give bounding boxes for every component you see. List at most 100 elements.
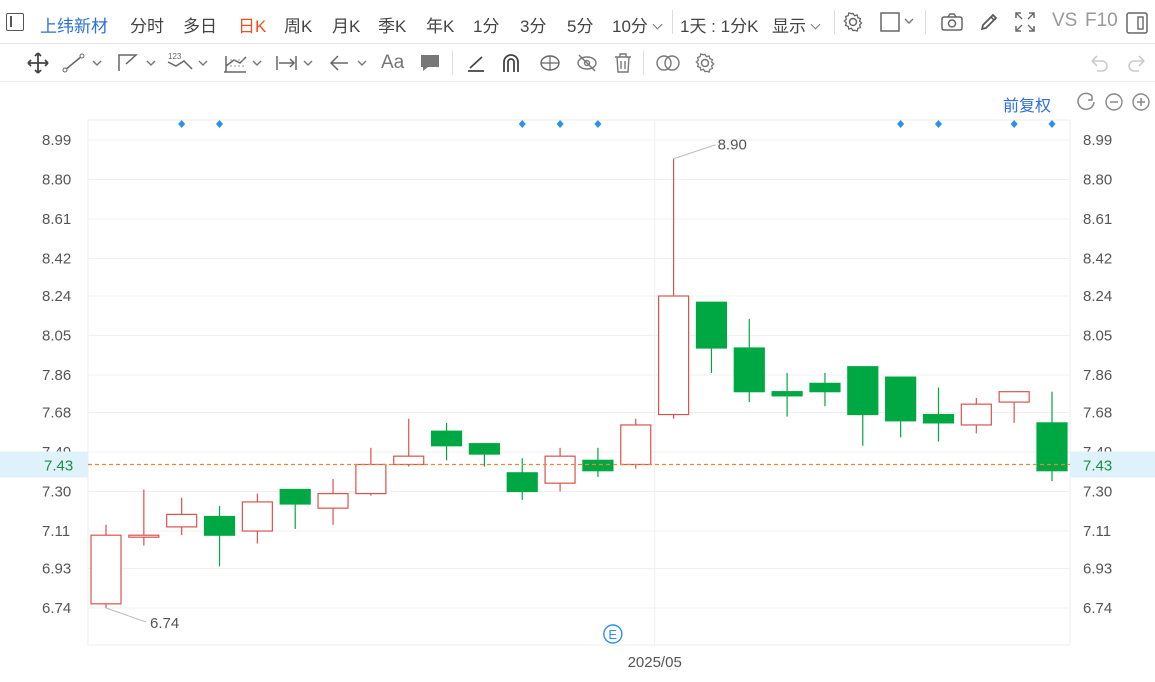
- compare-period[interactable]: 1天 : 1分K: [680, 12, 758, 37]
- redo-icon[interactable]: [1126, 52, 1148, 74]
- candle[interactable]: [393, 418, 425, 467]
- tab-period-quarter-k[interactable]: 季K: [378, 12, 406, 37]
- event-diamond-icon[interactable]: [556, 120, 564, 128]
- y-tick-label-right: 7.68: [1083, 404, 1112, 421]
- display-dropdown[interactable]: 显示: [772, 12, 821, 37]
- candle-body: [430, 430, 463, 447]
- tab-period-month-k[interactable]: 月K: [332, 12, 360, 37]
- event-diamond-icon[interactable]: [518, 120, 526, 128]
- tab-period-3min[interactable]: 3分: [520, 12, 546, 37]
- candle[interactable]: [241, 493, 273, 544]
- candle[interactable]: [657, 158, 690, 419]
- y-tick-label-left: 6.74: [42, 600, 71, 617]
- vs-button[interactable]: VS: [1052, 10, 1077, 32]
- fullscreen-icon[interactable]: [1014, 11, 1036, 33]
- event-e-label: E: [608, 627, 617, 642]
- candle[interactable]: [847, 366, 879, 446]
- event-e-marker-icon[interactable]: E: [603, 624, 623, 644]
- y-tick-label-right: 7.30: [1083, 484, 1112, 501]
- candle[interactable]: [128, 489, 160, 546]
- candle-body: [771, 391, 803, 397]
- display-label: 显示: [772, 17, 806, 36]
- hide-drawings-icon[interactable]: [575, 52, 599, 74]
- pen-tool-icon[interactable]: [465, 52, 487, 74]
- candle[interactable]: [998, 391, 1030, 423]
- tab-period-year-k[interactable]: 年K: [426, 12, 454, 37]
- candle-body: [809, 382, 841, 393]
- stock-name[interactable]: 上纬新材: [40, 12, 108, 37]
- wave-tool-icon[interactable]: 123: [166, 52, 212, 74]
- candle[interactable]: [203, 506, 236, 567]
- candle[interactable]: [90, 524, 122, 608]
- comment-tool-icon[interactable]: [419, 52, 441, 74]
- low-annotation: 6.74: [150, 615, 179, 632]
- y-tick-label-left: 8.05: [42, 328, 71, 345]
- tab-period-week-k[interactable]: 周K: [284, 12, 312, 37]
- move-icon[interactable]: [26, 52, 50, 74]
- top-toolbar: 上纬新材 分时 多日 日K 周K 月K 季K 年K 1分 3分 5分 10分 1…: [0, 0, 1155, 44]
- candle[interactable]: [317, 479, 349, 525]
- y-tick-label-left: 7.86: [42, 367, 71, 384]
- line-tool-icon[interactable]: [62, 52, 106, 74]
- y-tick-label-left: 7.68: [42, 404, 71, 421]
- f10-button[interactable]: F10: [1085, 10, 1118, 32]
- y-tick-label-right: 8.42: [1083, 251, 1112, 268]
- candle[interactable]: [544, 447, 576, 492]
- candle[interactable]: [733, 318, 765, 403]
- candle[interactable]: [355, 447, 387, 496]
- event-diamond-icon[interactable]: [216, 120, 224, 128]
- link-lock-icon[interactable]: [538, 52, 562, 74]
- layout-dropdown[interactable]: [880, 11, 916, 33]
- y-tick-label-left: 8.24: [42, 288, 71, 305]
- event-diamond-icon[interactable]: [1048, 120, 1056, 128]
- pencil-icon[interactable]: [978, 11, 1000, 33]
- polyline-tool-icon[interactable]: [116, 52, 160, 74]
- candle[interactable]: [922, 387, 955, 442]
- candle[interactable]: [771, 372, 803, 417]
- panel-toggle-icon[interactable]: [6, 13, 24, 31]
- candle[interactable]: [960, 397, 992, 434]
- magnet-icon[interactable]: [500, 52, 522, 74]
- undo-icon[interactable]: [1088, 52, 1110, 74]
- settings-gear-icon[interactable]: [842, 11, 864, 33]
- event-diamond-icon[interactable]: [1010, 120, 1018, 128]
- tab-period-duori[interactable]: 多日: [183, 12, 217, 37]
- side-panel-icon[interactable]: [1126, 12, 1148, 34]
- drawing-toolbar: 123 Aa: [0, 44, 1155, 82]
- event-diamond-icon[interactable]: [178, 120, 186, 128]
- indicator-settings-icon[interactable]: [694, 52, 716, 74]
- text-tool-icon[interactable]: Aa: [381, 52, 404, 74]
- event-diamond-icon[interactable]: [594, 120, 602, 128]
- candle-body: [128, 534, 160, 538]
- toolbar-divider: [452, 51, 453, 75]
- compare-overlay-icon[interactable]: [655, 52, 681, 74]
- chart-area[interactable]: 前复权 8.998.808.618.428.248.057.867.687.49…: [0, 82, 1155, 682]
- candle[interactable]: [695, 301, 728, 373]
- y-tick-label-right: 8.80: [1083, 172, 1112, 189]
- candlestick-chart[interactable]: 8.998.808.618.428.248.057.867.687.497.30…: [0, 82, 1155, 682]
- period-more-dropdown[interactable]: 10分: [612, 12, 663, 37]
- candle-body: [393, 455, 425, 466]
- tab-period-1min[interactable]: 1分: [473, 12, 499, 37]
- candle[interactable]: [809, 372, 841, 407]
- tab-period-day-k[interactable]: 日K: [238, 12, 266, 37]
- candle[interactable]: [279, 488, 311, 529]
- candle[interactable]: [620, 418, 652, 469]
- candle[interactable]: [430, 422, 463, 461]
- tab-period-fenshi[interactable]: 分时: [130, 12, 164, 37]
- candle[interactable]: [166, 497, 198, 536]
- event-diamond-icon[interactable]: [934, 120, 942, 128]
- candle-body: [847, 366, 879, 416]
- camera-icon[interactable]: [940, 11, 964, 33]
- x-axis-date-label: 2025/05: [628, 654, 682, 671]
- tab-period-5min[interactable]: 5分: [567, 12, 593, 37]
- event-diamond-icon[interactable]: [897, 120, 905, 128]
- candle[interactable]: [1036, 391, 1068, 482]
- candle[interactable]: [885, 376, 917, 438]
- trash-icon[interactable]: [613, 52, 633, 74]
- candle[interactable]: [468, 443, 500, 467]
- fibonacci-tool-icon[interactable]: [222, 52, 266, 74]
- y-tick-label-left: 8.61: [42, 211, 71, 228]
- range-tool-icon[interactable]: [274, 52, 318, 74]
- arrow-tool-icon[interactable]: [328, 52, 372, 74]
